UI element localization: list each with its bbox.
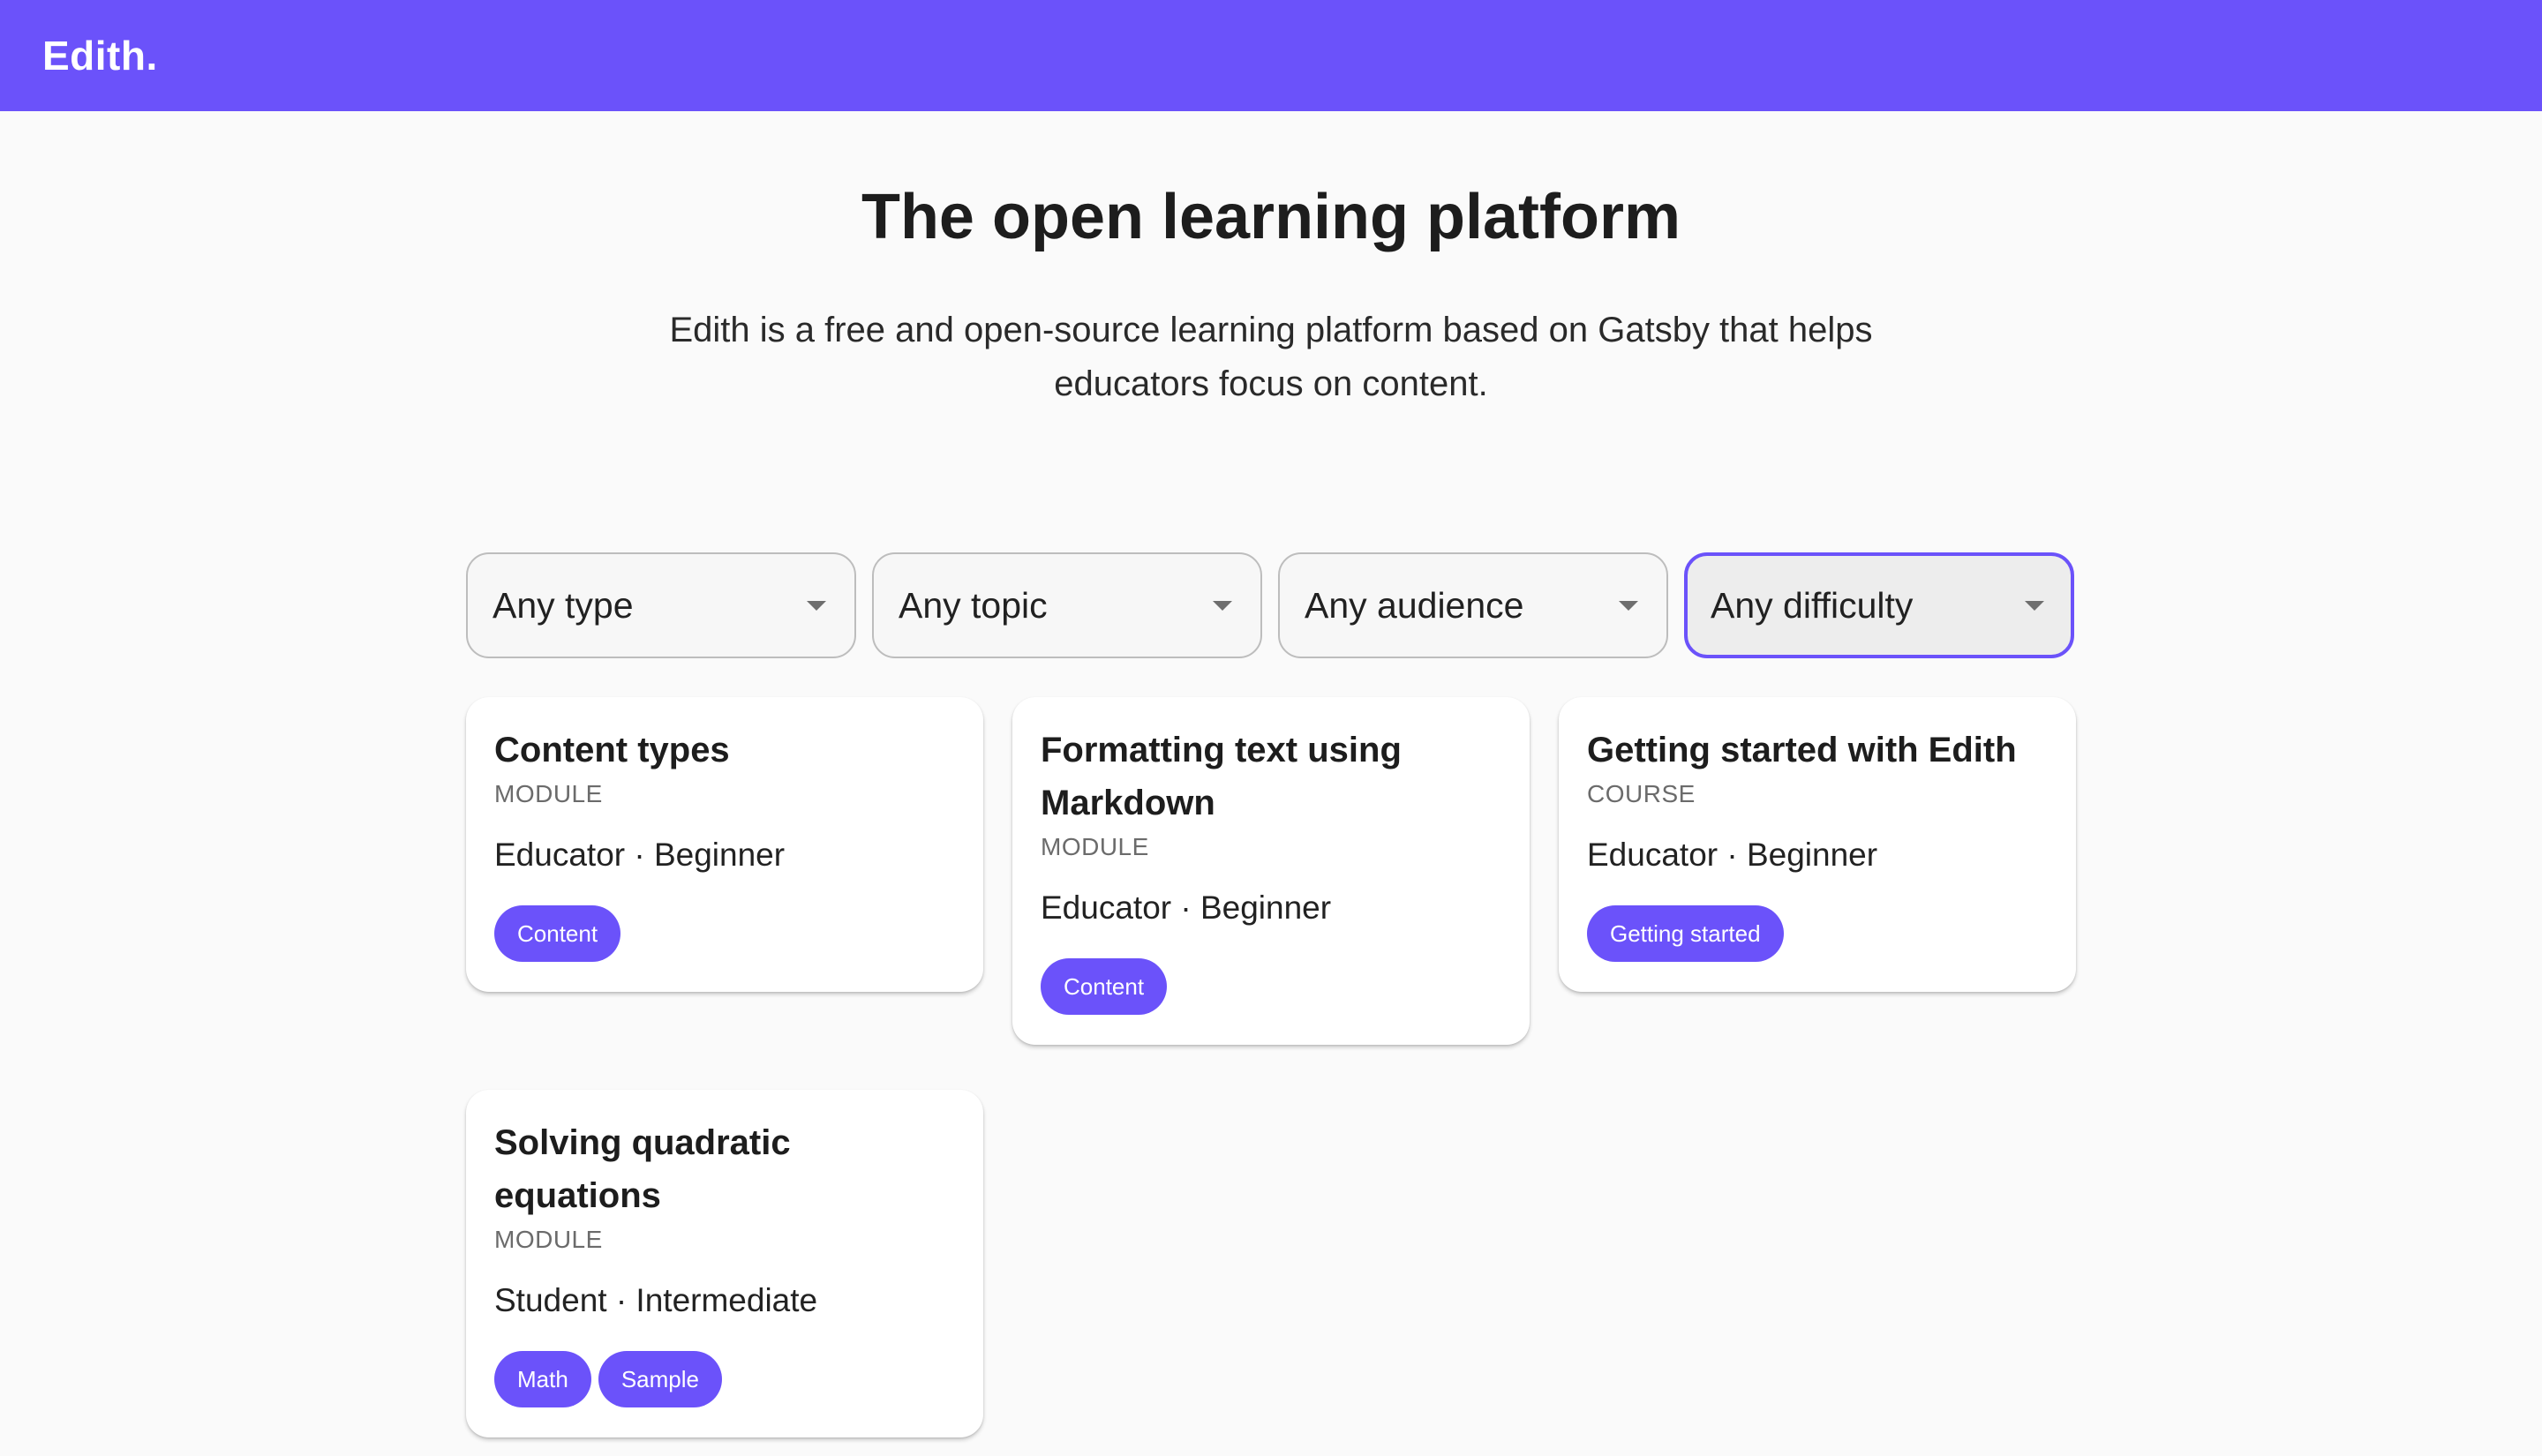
page-description: Edith is a free and open-source learning… xyxy=(669,311,1873,403)
topic-filter-value: Any topic xyxy=(899,584,1048,626)
card-type: MODULE xyxy=(494,1226,603,1253)
tag-chip[interactable]: Content xyxy=(494,905,621,962)
tag-chip[interactable]: Content xyxy=(1041,958,1168,1015)
page-title: The open learning platform xyxy=(861,182,1681,252)
card-meta: Educator · Beginner xyxy=(1587,837,1878,873)
content-card[interactable]: Content types MODULE Educator · Beginner… xyxy=(466,697,983,992)
top-app-bar: Edith. xyxy=(0,0,2542,111)
chevron-down-icon xyxy=(1619,600,1638,611)
tag-chip[interactable]: Math xyxy=(494,1351,591,1407)
content-card[interactable]: Getting started with Edith COURSE Educat… xyxy=(1559,697,2076,992)
card-meta: Student · Intermediate xyxy=(494,1282,818,1318)
card-type: COURSE xyxy=(1587,780,1696,807)
card-title: Solving quadratic equations xyxy=(494,1123,791,1215)
tag-chip[interactable]: Sample xyxy=(598,1351,722,1407)
chevron-down-icon xyxy=(1213,600,1232,611)
card-type: MODULE xyxy=(1041,833,1149,860)
card-meta: Educator · Beginner xyxy=(1041,889,1332,926)
brand-logo-link[interactable]: Edith. xyxy=(42,32,158,79)
card-title: Getting started with Edith xyxy=(1587,731,2017,769)
type-filter-value: Any type xyxy=(493,584,634,626)
card-title: Content types xyxy=(494,731,730,769)
audience-filter-select[interactable]: Any audience xyxy=(1278,552,1668,658)
content-card[interactable]: Solving quadratic equations MODULE Stude… xyxy=(466,1090,983,1437)
filter-bar: Any type Any topic Any audience Any diff… xyxy=(466,552,2074,658)
type-filter-select[interactable]: Any type xyxy=(466,552,856,658)
card-meta: Educator · Beginner xyxy=(494,837,786,873)
audience-filter-value: Any audience xyxy=(1305,584,1524,626)
tag-chip[interactable]: Getting started xyxy=(1587,905,1784,962)
difficulty-filter-value: Any difficulty xyxy=(1711,584,1914,626)
card-tags: Content xyxy=(494,905,955,962)
content-card[interactable]: Formatting text using Markdown MODULE Ed… xyxy=(1012,697,1530,1045)
chevron-down-icon xyxy=(2025,600,2044,611)
topic-filter-select[interactable]: Any topic xyxy=(872,552,1262,658)
card-type: MODULE xyxy=(494,780,603,807)
difficulty-filter-select[interactable]: Any difficulty xyxy=(1684,552,2074,658)
chevron-down-icon xyxy=(807,600,826,611)
card-tags: Math Sample xyxy=(494,1351,955,1407)
card-tags: Content xyxy=(1041,958,1501,1015)
card-title: Formatting text using Markdown xyxy=(1041,731,1402,822)
card-tags: Getting started xyxy=(1587,905,2048,962)
